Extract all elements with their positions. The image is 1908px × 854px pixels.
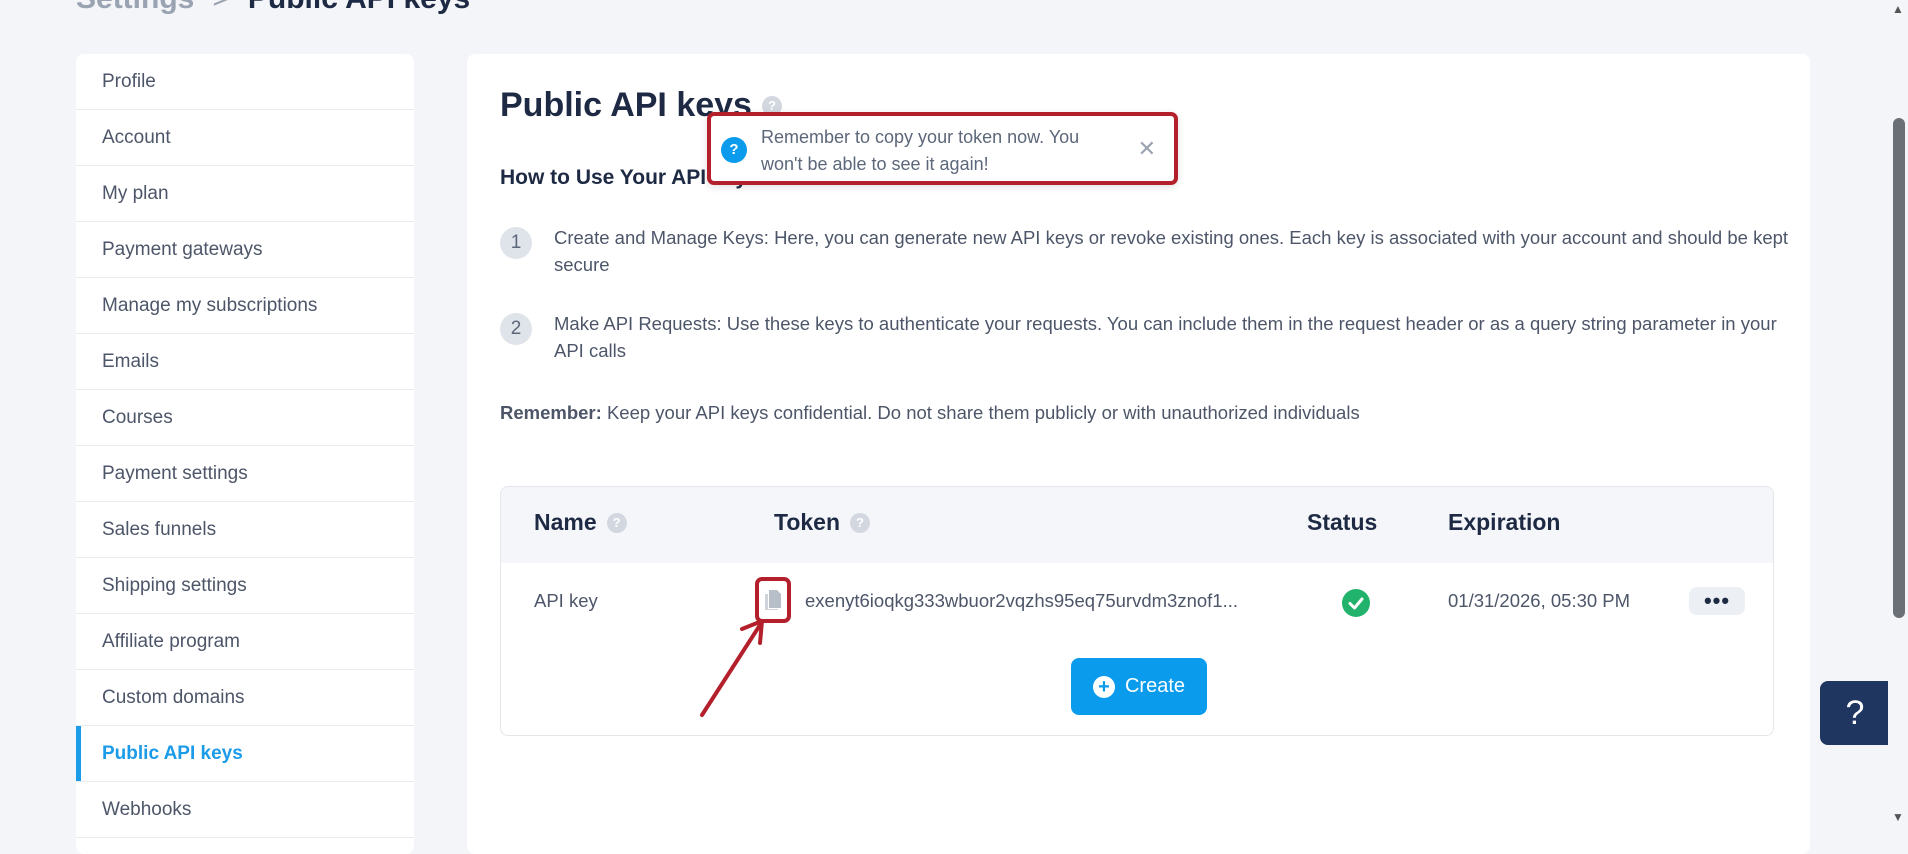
remember-label: Remember: xyxy=(500,402,602,423)
page-scrollbar[interactable]: ▲ ▼ xyxy=(1888,0,1908,831)
copy-token-toast: ? Remember to copy your token now. You w… xyxy=(707,112,1178,185)
column-header-name-label: Name xyxy=(534,509,597,535)
create-key-button[interactable]: + Create xyxy=(1071,658,1207,715)
breadcrumb: Settings > Public API keys xyxy=(76,0,470,16)
close-icon[interactable]: ✕ xyxy=(1138,136,1156,162)
sidebar-item-my-plan[interactable]: My plan xyxy=(76,166,414,222)
step-number: 1 xyxy=(500,227,532,259)
sidebar-item-custom-domains[interactable]: Custom domains xyxy=(76,670,414,726)
plus-circle-icon: + xyxy=(1092,675,1115,698)
step-1: 1 Create and Manage Keys: Here, you can … xyxy=(500,224,1790,278)
column-header-token: Token ? xyxy=(774,509,871,536)
breadcrumb-current: Public API keys xyxy=(248,0,470,15)
step-number: 2 xyxy=(500,313,532,345)
name-help-icon[interactable]: ? xyxy=(606,512,627,533)
toast-message: Remember to copy your token now. You won… xyxy=(761,127,1080,174)
step-2: 2 Make API Requests: Use these keys to a… xyxy=(500,310,1790,364)
step-text: Make API Requests: Use these keys to aut… xyxy=(554,313,1777,361)
sidebar-item-shipping-settings[interactable]: Shipping settings xyxy=(76,558,414,614)
sidebar-item-webhooks[interactable]: Webhooks xyxy=(76,782,414,838)
scroll-up-icon[interactable]: ▲ xyxy=(1892,2,1904,16)
column-header-expiration: Expiration xyxy=(1448,509,1561,535)
key-name: API key xyxy=(534,590,598,611)
remember-note: Remember: Keep your API keys confidentia… xyxy=(500,402,1360,424)
column-header-status: Status xyxy=(1307,509,1378,535)
create-button-label: Create xyxy=(1124,675,1186,697)
token-value: exenyt6ioqkg333wbuor2vqzhs95eq75urvdm3zn… xyxy=(805,590,1238,611)
sidebar-item-affiliate-program[interactable]: Affiliate program xyxy=(76,614,414,670)
sidebar-item-sales-funnels[interactable]: Sales funnels xyxy=(76,502,414,558)
sidebar-item-courses[interactable]: Courses xyxy=(76,390,414,446)
settings-sidebar: Profile Account My plan Payment gateways… xyxy=(76,54,414,854)
row-more-options-button[interactable]: ••• xyxy=(1689,587,1745,615)
column-header-name: Name ? xyxy=(534,509,627,536)
breadcrumb-settings-link[interactable]: Settings xyxy=(76,0,194,15)
scroll-thumb[interactable] xyxy=(1893,118,1905,618)
help-widget-button[interactable]: ? xyxy=(1820,681,1890,745)
scroll-down-icon[interactable]: ▼ xyxy=(1892,810,1904,824)
status-active-icon xyxy=(1342,589,1370,617)
column-header-token-label: Token xyxy=(774,509,841,535)
step-text: Create and Manage Keys: Here, you can ge… xyxy=(554,227,1789,275)
sidebar-item-profile[interactable]: Profile xyxy=(76,54,414,110)
annotation-arrow xyxy=(700,619,764,717)
remember-text: Keep your API keys confidential. Do not … xyxy=(606,402,1360,423)
sidebar-item-manage-subscriptions[interactable]: Manage my subscriptions xyxy=(76,278,414,334)
sidebar-item-account[interactable]: Account xyxy=(76,110,414,166)
expiration-date: 01/31/2026, 05:30 PM xyxy=(1448,590,1631,611)
sidebar-item-payment-settings[interactable]: Payment settings xyxy=(76,446,414,502)
sidebar-item-payment-gateways[interactable]: Payment gateways xyxy=(76,222,414,278)
copy-icon xyxy=(765,590,781,610)
table-header: Name ? Token ? Status Expiration xyxy=(501,487,1773,563)
sidebar-item-public-api-keys[interactable]: Public API keys xyxy=(76,726,414,782)
token-help-icon[interactable]: ? xyxy=(850,512,871,533)
info-icon: ? xyxy=(721,137,747,163)
sidebar-item-emails[interactable]: Emails xyxy=(76,334,414,390)
breadcrumb-separator: > xyxy=(212,0,230,15)
